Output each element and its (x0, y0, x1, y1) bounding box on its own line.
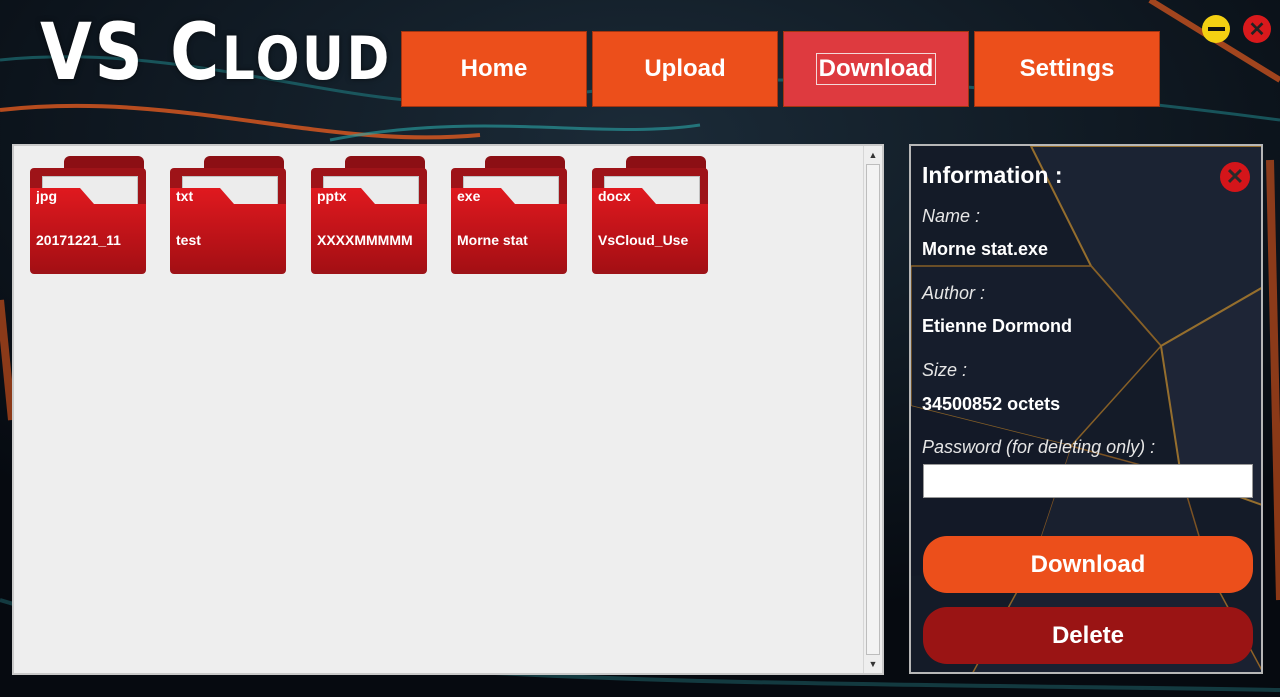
scroll-down-arrow-icon[interactable]: ▼ (864, 656, 882, 672)
main-nav: Home Upload Download Settings (401, 31, 1165, 107)
nav-settings-button[interactable]: Settings (974, 31, 1160, 107)
file-name: 20171221_11 (36, 232, 121, 248)
info-close-icon[interactable]: ✕ (1220, 162, 1250, 192)
logo-c: C (170, 8, 222, 98)
info-title: Information : (922, 162, 1063, 188)
file-extension: jpg (36, 188, 57, 204)
close-icon[interactable]: ✕ (1243, 15, 1271, 43)
scrollbar[interactable]: ▲ ▼ (863, 146, 882, 673)
info-panel: Information : ✕ Name : Morne stat.exe Au… (909, 144, 1263, 674)
password-input[interactable] (923, 464, 1253, 498)
app-logo: VS CLOUD (40, 14, 392, 92)
download-button[interactable]: Download (923, 536, 1253, 593)
size-value: 34500852 octets (922, 394, 1061, 414)
name-label: Name : (922, 206, 981, 226)
file-folder-item[interactable]: exe Morne stat (451, 154, 569, 274)
minimize-icon[interactable] (1202, 15, 1230, 43)
nav-home-button[interactable]: Home (401, 31, 587, 107)
nav-upload-label: Upload (644, 55, 726, 82)
password-label: Password (for deleting only) : (922, 437, 1156, 457)
scroll-up-arrow-icon[interactable]: ▲ (864, 147, 882, 163)
file-name: XXXXMMMMM (317, 232, 413, 248)
file-folder-item[interactable]: pptx XXXXMMMMM (311, 154, 429, 274)
logo-rest: LOUD (221, 24, 392, 94)
file-extension: docx (598, 188, 631, 204)
file-browser: jpg 20171221_11 txt test pptx XXXXMMMMM exe Mor… (12, 144, 884, 675)
logo-vs: VS (40, 8, 146, 98)
nav-home-label: Home (460, 55, 528, 82)
name-value: Morne stat.exe (922, 239, 1049, 259)
nav-upload-button[interactable]: Upload (592, 31, 778, 107)
nav-download-button[interactable]: Download (783, 31, 969, 107)
file-folder-item[interactable]: txt test (170, 154, 288, 274)
file-folder-item[interactable]: jpg 20171221_11 (30, 154, 148, 274)
file-extension: txt (176, 188, 194, 204)
file-extension: exe (457, 188, 481, 204)
file-extension: pptx (317, 188, 347, 204)
file-folder-item[interactable]: docx VsCloud_Use (592, 154, 710, 274)
size-label: Size : (922, 360, 968, 380)
nav-settings-label: Settings (1019, 55, 1115, 82)
scroll-track[interactable] (866, 164, 880, 655)
close-glyph: ✕ (1248, 18, 1266, 41)
file-name: VsCloud_Use (598, 232, 689, 248)
file-name: test (176, 232, 201, 248)
author-label: Author : (922, 283, 986, 303)
delete-button[interactable]: Delete (923, 607, 1253, 664)
nav-download-label: Download (815, 53, 937, 85)
author-value: Etienne Dormond (922, 316, 1073, 336)
file-name: Morne stat (457, 232, 528, 248)
